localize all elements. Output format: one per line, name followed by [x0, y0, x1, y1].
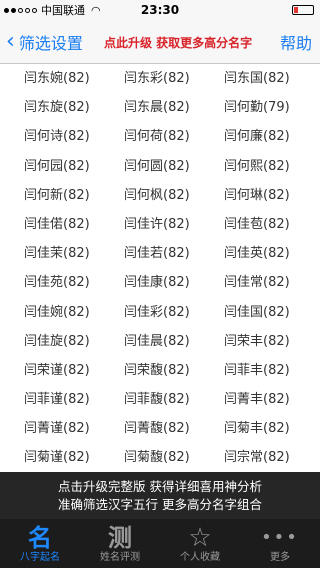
name-item[interactable]: 闫荣馥(82): [124, 356, 190, 385]
name-item[interactable]: 闫荣丰(82): [224, 327, 290, 356]
chevron-left-icon: ‹: [6, 29, 15, 54]
name-item[interactable]: 闫佳若(82): [124, 239, 190, 268]
name-item[interactable]: 闫菁谨(82): [24, 414, 90, 443]
upgrade-promo-banner[interactable]: 点击升级完整版 获得详细喜用神分析 准确筛选汉字五行 更多高分名字组合: [0, 472, 320, 519]
name-item[interactable]: 闫佳国(82): [224, 298, 290, 327]
name-item[interactable]: 闫东国(82): [224, 64, 290, 93]
back-button-label: 筛选设置: [18, 34, 83, 53]
name-item[interactable]: 闫佳旋(82): [24, 327, 90, 356]
name-item[interactable]: 闫何熙(82): [224, 152, 290, 181]
name-item[interactable]: 闫佳晨(82): [124, 327, 190, 356]
name-item[interactable]: 闫何廉(82): [224, 122, 290, 151]
name-item[interactable]: 闫佳彩(82): [124, 298, 190, 327]
name-item[interactable]: 闫何新(82): [24, 181, 90, 210]
name-row: 闫菲谨(82) 闫菲馥(82) 闫菁丰(82): [0, 385, 320, 414]
name-row: 闫荣谨(82) 闫荣馥(82) 闫菲丰(82): [0, 356, 320, 385]
name-item[interactable]: 闫佳茉(82): [24, 239, 90, 268]
upgrade-link[interactable]: 点此升级 获取更多高分名字: [104, 20, 252, 64]
wifi-icon: ◠: [91, 3, 101, 17]
navigation-bar: ‹ 筛选设置 点此升级 获取更多高分名字 帮助: [0, 20, 320, 64]
name-row: 闫菊谨(82) 闫菊馥(82) 闫宗常(82): [0, 443, 320, 472]
name-item[interactable]: 闫菲丰(82): [224, 356, 290, 385]
back-button[interactable]: ‹ 筛选设置: [6, 20, 83, 64]
name-item[interactable]: 闫菁丰(82): [224, 385, 290, 414]
name-item[interactable]: 闫菊馥(82): [124, 443, 190, 472]
test-character-icon: 测: [108, 523, 132, 552]
name-row: 闫何园(82) 闫何圆(82) 闫何熙(82): [0, 152, 320, 181]
name-item[interactable]: 闫何诗(82): [24, 122, 90, 151]
name-grid: 闫东婉(82) 闫东彩(82) 闫东国(82) 闫东旋(82) 闫东晨(82) 闫何勤(7…: [0, 64, 320, 472]
name-item[interactable]: 闫何枫(82): [124, 181, 190, 210]
name-item[interactable]: 闫佳康(82): [124, 268, 190, 297]
name-row: 闫何诗(82) 闫何荷(82) 闫何廉(82): [0, 122, 320, 151]
carrier-name: 中国联通: [41, 4, 85, 17]
name-item[interactable]: 闫东彩(82): [124, 64, 190, 93]
name-item[interactable]: 闫何荷(82): [124, 122, 190, 151]
name-item[interactable]: 闫东婉(82): [24, 64, 90, 93]
name-item[interactable]: 闫佳婉(82): [24, 298, 90, 327]
name-row: 闫佳婉(82) 闫佳彩(82) 闫佳国(82): [0, 298, 320, 327]
name-row: 闫何新(82) 闫何枫(82) 闫何琳(82): [0, 181, 320, 210]
name-item[interactable]: 闫菊丰(82): [224, 414, 290, 443]
name-item[interactable]: 闫东旋(82): [24, 93, 90, 122]
name-item[interactable]: 闫东晨(82): [124, 93, 190, 122]
name-item[interactable]: 闫佳偌(82): [24, 210, 90, 239]
tab-label: 更多: [270, 551, 290, 563]
screen: 中国联通 ◠ 23:30 ‹ 筛选设置 点此升级 获取更多高分名字 帮助 闫东婉…: [0, 0, 320, 568]
name-item[interactable]: 闫佳苞(82): [224, 210, 290, 239]
tab-bar: 名 八字起名 测 姓名评测 ☆ 个人收藏 ••• 更多: [0, 519, 320, 568]
tab-name-evaluation[interactable]: 测 姓名评测: [80, 519, 160, 568]
name-item[interactable]: 闫菊谨(82): [24, 443, 90, 472]
name-row: 闫东旋(82) 闫东晨(82) 闫何勤(79): [0, 93, 320, 122]
name-row: 闫佳苑(82) 闫佳康(82) 闫佳常(82): [0, 268, 320, 297]
name-item[interactable]: 闫何圆(82): [124, 152, 190, 181]
signal-strength-icon: [4, 7, 37, 13]
name-item[interactable]: 闫佳苑(82): [24, 268, 90, 297]
name-row: 闫佳旋(82) 闫佳晨(82) 闫荣丰(82): [0, 327, 320, 356]
name-item[interactable]: 闫何琳(82): [224, 181, 290, 210]
tab-bazi-naming[interactable]: 名 八字起名: [0, 519, 80, 568]
help-button[interactable]: 帮助: [280, 20, 312, 64]
tab-label: 个人收藏: [180, 551, 220, 563]
tab-more[interactable]: ••• 更多: [240, 519, 320, 568]
name-item[interactable]: 闫宗常(82): [224, 443, 290, 472]
name-row: 闫佳茉(82) 闫佳若(82) 闫佳英(82): [0, 239, 320, 268]
name-item[interactable]: 闫何园(82): [24, 152, 90, 181]
promo-line-2: 准确筛选汉字五行 更多高分名字组合: [58, 496, 262, 512]
tab-label: 八字起名: [20, 551, 60, 563]
tab-label: 姓名评测: [100, 551, 140, 563]
tab-favorites[interactable]: ☆ 个人收藏: [160, 519, 240, 568]
name-character-icon: 名: [28, 523, 52, 552]
name-row: 闫佳偌(82) 闫佳许(82) 闫佳苞(82): [0, 210, 320, 239]
more-dots-icon: •••: [261, 526, 299, 548]
promo-line-1: 点击升级完整版 获得详细喜用神分析: [58, 478, 262, 494]
name-item[interactable]: 闫荣谨(82): [24, 356, 90, 385]
name-item[interactable]: 闫佳常(82): [224, 268, 290, 297]
name-item[interactable]: 闫佳许(82): [124, 210, 190, 239]
name-row: 闫菁谨(82) 闫菁馥(82) 闫菊丰(82): [0, 414, 320, 443]
name-item[interactable]: 闫菲馥(82): [124, 385, 190, 414]
status-bar: 中国联通 ◠ 23:30: [0, 0, 320, 20]
name-row: 闫东婉(82) 闫东彩(82) 闫东国(82): [0, 64, 320, 93]
battery-icon: [292, 5, 314, 15]
name-item[interactable]: 闫菲谨(82): [24, 385, 90, 414]
star-icon: ☆: [188, 522, 212, 553]
name-item[interactable]: 闫佳英(82): [224, 239, 290, 268]
name-item[interactable]: 闫何勤(79): [224, 93, 290, 122]
name-item[interactable]: 闫菁馥(82): [124, 414, 190, 443]
